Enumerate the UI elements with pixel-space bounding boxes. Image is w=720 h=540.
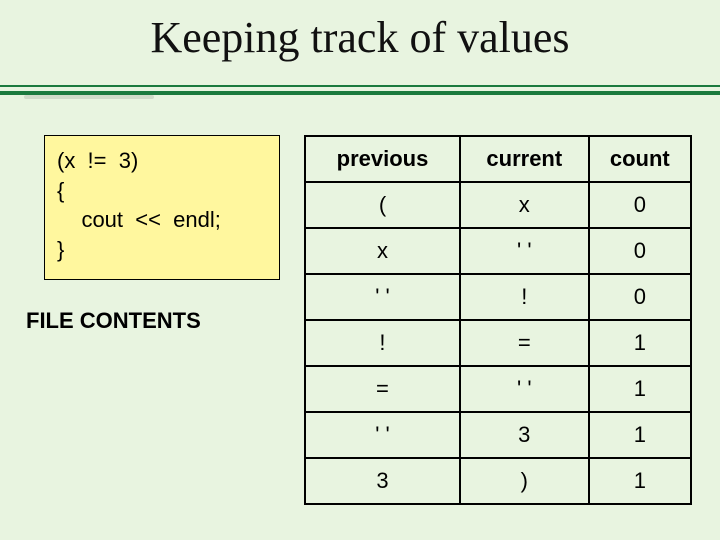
left-column: (x != 3) { cout << endl; } FILE CONTENTS bbox=[44, 135, 280, 505]
cell-count: 0 bbox=[589, 228, 691, 274]
cell-current: ! bbox=[460, 274, 589, 320]
code-line-4: } bbox=[57, 237, 64, 262]
table-header-row: previous current count bbox=[305, 136, 691, 182]
cell-current: ) bbox=[460, 458, 589, 504]
col-header-count: count bbox=[589, 136, 691, 182]
trace-table: previous current count ( x 0 x ' ' 0 ' ' bbox=[304, 135, 692, 505]
cell-count: 0 bbox=[589, 274, 691, 320]
code-snippet-box: (x != 3) { cout << endl; } bbox=[44, 135, 280, 280]
cell-previous: 3 bbox=[305, 458, 460, 504]
content-area: (x != 3) { cout << endl; } FILE CONTENTS… bbox=[0, 135, 720, 505]
table-row: ' ' ! 0 bbox=[305, 274, 691, 320]
col-header-current: current bbox=[460, 136, 589, 182]
cell-count: 1 bbox=[589, 412, 691, 458]
table-row: = ' ' 1 bbox=[305, 366, 691, 412]
cell-previous: ' ' bbox=[305, 412, 460, 458]
table-row: 3 ) 1 bbox=[305, 458, 691, 504]
cell-previous: x bbox=[305, 228, 460, 274]
table-row: ' ' 3 1 bbox=[305, 412, 691, 458]
title-underline bbox=[0, 71, 720, 105]
cell-previous: = bbox=[305, 366, 460, 412]
cell-current: = bbox=[460, 320, 589, 366]
table-row: x ' ' 0 bbox=[305, 228, 691, 274]
cell-previous: ' ' bbox=[305, 274, 460, 320]
table-row: ( x 0 bbox=[305, 182, 691, 228]
cell-previous: ! bbox=[305, 320, 460, 366]
code-line-2: { bbox=[57, 178, 64, 203]
cell-count: 0 bbox=[589, 182, 691, 228]
cell-count: 1 bbox=[589, 366, 691, 412]
cell-current: ' ' bbox=[460, 366, 589, 412]
table-row: ! = 1 bbox=[305, 320, 691, 366]
cell-count: 1 bbox=[589, 458, 691, 504]
code-line-3: cout << endl; bbox=[57, 207, 221, 232]
cell-previous: ( bbox=[305, 182, 460, 228]
cell-current: 3 bbox=[460, 412, 589, 458]
col-header-previous: previous bbox=[305, 136, 460, 182]
right-column: previous current count ( x 0 x ' ' 0 ' ' bbox=[304, 135, 692, 505]
cell-current: ' ' bbox=[460, 228, 589, 274]
slide-title: Keeping track of values bbox=[0, 0, 720, 71]
file-contents-label: FILE CONTENTS bbox=[26, 308, 280, 334]
cell-current: x bbox=[460, 182, 589, 228]
code-line-1: (x != 3) bbox=[57, 148, 138, 173]
cell-count: 1 bbox=[589, 320, 691, 366]
